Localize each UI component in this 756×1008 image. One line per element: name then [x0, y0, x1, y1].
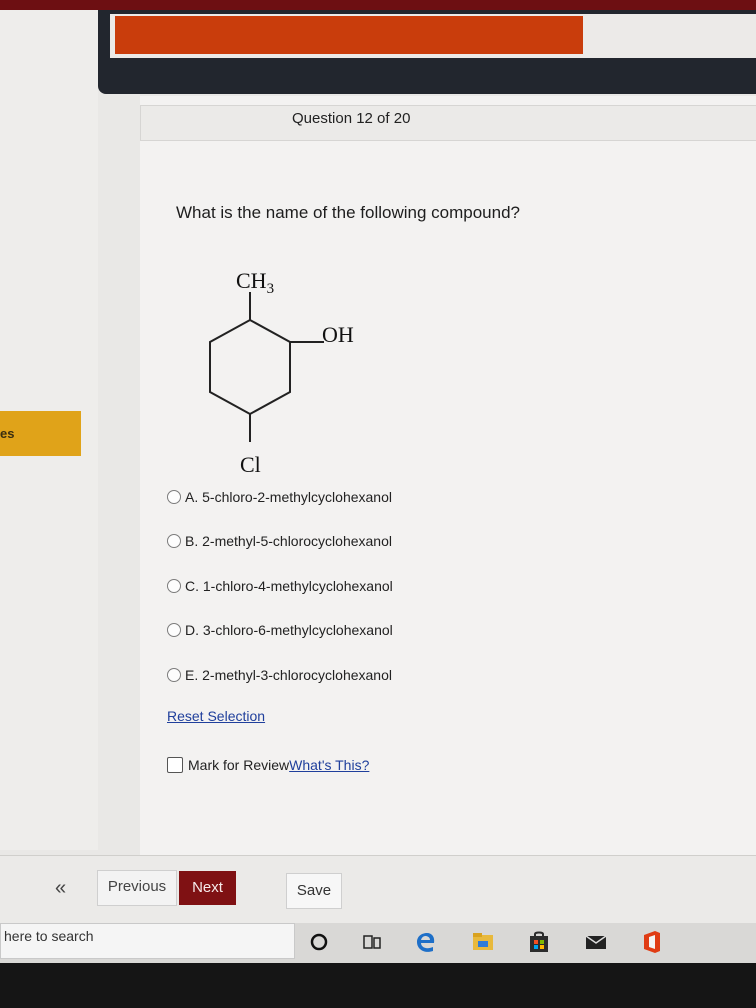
- top-bar: [0, 0, 756, 10]
- save-button[interactable]: Save: [286, 873, 342, 909]
- option-b[interactable]: B. 2-methyl-5-chlorocyclohexanol: [167, 533, 392, 549]
- compound-structure: CH3 OH Cl: [209, 268, 354, 477]
- task-view-icon[interactable]: [360, 930, 384, 954]
- radio-button[interactable]: [167, 534, 181, 548]
- option-label: A. 5-chloro-2-methylcyclohexanol: [185, 489, 392, 505]
- methyl-label: CH3: [236, 268, 274, 297]
- mail-icon[interactable]: [584, 930, 608, 954]
- taskbar-search-text[interactable]: here to search: [4, 928, 94, 944]
- radio-button[interactable]: [167, 623, 181, 637]
- option-label: C. 1-chloro-4-methylcyclohexanol: [185, 578, 393, 594]
- option-a[interactable]: A. 5-chloro-2-methylcyclohexanol: [167, 489, 392, 505]
- store-icon[interactable]: [527, 930, 551, 954]
- edge-icon[interactable]: [414, 930, 438, 954]
- progress-bar: [115, 16, 583, 54]
- option-label: E. 2-methyl-3-chlorocyclohexanol: [185, 667, 392, 683]
- radio-button[interactable]: [167, 579, 181, 593]
- next-button[interactable]: Next: [179, 871, 236, 905]
- radio-button[interactable]: [167, 490, 181, 504]
- collapse-icon[interactable]: «: [55, 877, 66, 900]
- reset-selection-link[interactable]: Reset Selection: [167, 708, 265, 724]
- option-label: D. 3-chloro-6-methylcyclohexanol: [185, 622, 393, 638]
- whats-this-link[interactable]: What's This?: [289, 757, 369, 773]
- question-header: [140, 105, 756, 141]
- screen-bezel: [0, 963, 756, 1008]
- hydroxyl-label: OH: [322, 322, 354, 347]
- option-label: B. 2-methyl-5-chlorocyclohexanol: [185, 533, 392, 549]
- option-c[interactable]: C. 1-chloro-4-methylcyclohexanol: [167, 578, 393, 594]
- radio-button[interactable]: [167, 668, 181, 682]
- mark-review-label: Mark for Review: [188, 757, 290, 773]
- review-checkbox[interactable]: [167, 757, 183, 773]
- question-counter: Question 12 of 20: [292, 110, 411, 127]
- option-e[interactable]: E. 2-methyl-3-chlorocyclohexanol: [167, 667, 392, 683]
- file-explorer-icon[interactable]: [471, 930, 495, 954]
- question-text: What is the name of the following compou…: [176, 203, 520, 222]
- side-tab-label: es: [0, 426, 15, 441]
- office-icon[interactable]: [640, 930, 664, 954]
- cyclohexane-ring: [209, 318, 291, 416]
- previous-button[interactable]: Previous: [97, 870, 177, 906]
- chloro-label: Cl: [240, 452, 261, 477]
- cortana-icon[interactable]: [307, 930, 331, 954]
- option-d[interactable]: D. 3-chloro-6-methylcyclohexanol: [167, 622, 393, 638]
- mark-for-review[interactable]: Mark for Review What's This?: [167, 757, 369, 773]
